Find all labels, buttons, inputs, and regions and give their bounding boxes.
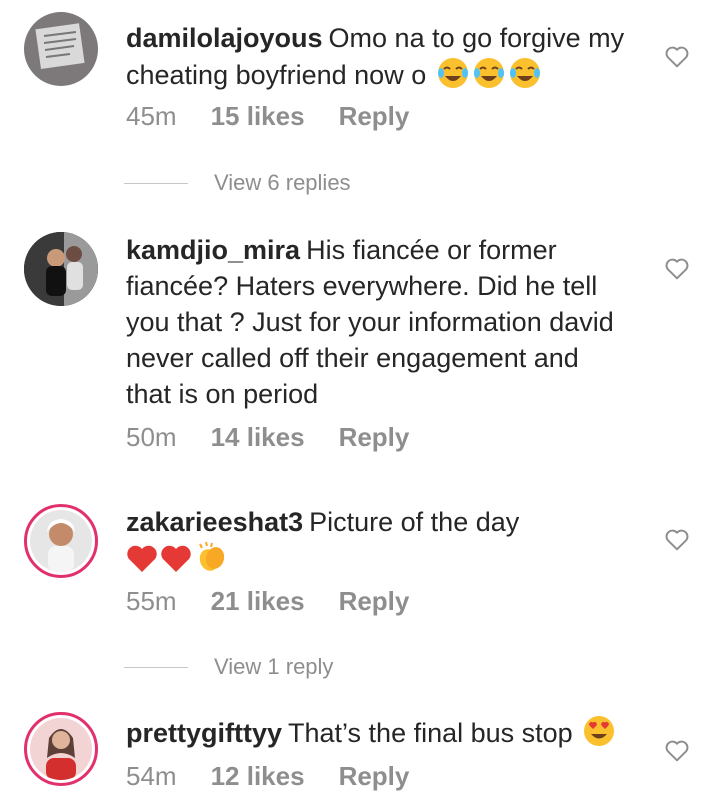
comment-meta: 45m 15 likes Reply: [126, 101, 409, 132]
comment-username[interactable]: prettygifttyy: [126, 718, 282, 748]
like-heart-icon[interactable]: [664, 256, 690, 280]
avatar[interactable]: [24, 12, 98, 86]
divider-line: [124, 182, 188, 184]
view-replies-button[interactable]: View 6 replies: [124, 170, 351, 196]
comment-body: damilolajoyous Omo na to go forgive my ch…: [126, 20, 626, 99]
comment-body: kamdjio_mira His fiancée or former fiancé…: [126, 232, 626, 412]
comment-meta: 50m 14 likes Reply: [126, 422, 409, 453]
reply-button[interactable]: Reply: [339, 586, 410, 617]
avatar[interactable]: [24, 712, 98, 786]
comment-username[interactable]: damilolajoyous: [126, 23, 323, 53]
smiling-face-with-heart-eyes-icon: [582, 714, 616, 757]
comment-meta: 55m 21 likes Reply: [126, 586, 409, 617]
likes-count[interactable]: 21 likes: [211, 586, 305, 617]
likes-count[interactable]: 12 likes: [211, 761, 305, 792]
comment-text: Picture of the day: [309, 507, 520, 537]
likes-count[interactable]: 15 likes: [211, 101, 305, 132]
reply-button[interactable]: Reply: [339, 101, 410, 132]
comment-body: zakarieeshat3 Picture of the day: [126, 504, 626, 583]
like-heart-icon[interactable]: [664, 527, 690, 551]
view-replies-button[interactable]: View 1 reply: [124, 654, 333, 680]
face-with-tears-of-joy-icon: [508, 56, 542, 99]
comment-time: 54m: [126, 761, 177, 791]
comment-meta: 54m 12 likes Reply: [126, 761, 409, 792]
view-replies-label: View 1 reply: [214, 654, 334, 679]
avatar[interactable]: [24, 232, 98, 306]
clapping-hands-icon: [194, 540, 228, 583]
face-with-tears-of-joy-icon: [436, 56, 470, 99]
red-heart-icon: [126, 544, 158, 583]
face-with-tears-of-joy-icon: [472, 56, 506, 99]
comment-text: That’s the final bus stop: [288, 718, 573, 748]
like-heart-icon[interactable]: [664, 44, 690, 68]
comment-time: 50m: [126, 422, 177, 452]
red-heart-icon: [160, 544, 192, 583]
divider-line: [124, 666, 188, 668]
avatar-image: [30, 510, 92, 572]
avatar-image: [30, 718, 92, 780]
comment-time: 45m: [126, 101, 177, 131]
avatar[interactable]: [24, 504, 98, 578]
comment-time: 55m: [126, 586, 177, 616]
reply-button[interactable]: Reply: [339, 761, 410, 792]
view-replies-label: View 6 replies: [214, 170, 351, 195]
comment-username[interactable]: kamdjio_mira: [126, 235, 300, 265]
reply-button[interactable]: Reply: [339, 422, 410, 453]
comment-username[interactable]: zakarieeshat3: [126, 507, 303, 537]
like-heart-icon[interactable]: [664, 738, 690, 762]
likes-count[interactable]: 14 likes: [211, 422, 305, 453]
comment-body: prettygifttyy That’s the final bus stop: [126, 714, 626, 757]
